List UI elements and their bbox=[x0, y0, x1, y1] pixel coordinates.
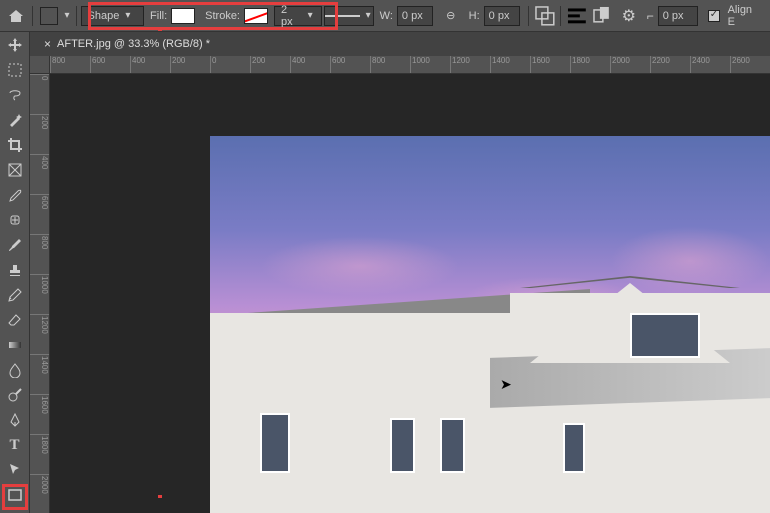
eraser-tool[interactable] bbox=[4, 309, 26, 331]
ruler-tick: 2400 bbox=[690, 56, 730, 73]
rectangle-tool[interactable] bbox=[4, 484, 26, 506]
gradient-tool[interactable] bbox=[4, 334, 26, 356]
mode-select[interactable]: Shape▾ bbox=[81, 6, 145, 26]
separator bbox=[560, 6, 561, 26]
ruler-tick: 400 bbox=[130, 56, 170, 73]
ruler-tick: 2200 bbox=[650, 56, 690, 73]
ruler-tick: 800 bbox=[30, 234, 49, 274]
ruler-tick: 600 bbox=[330, 56, 370, 73]
ruler-tick: 1800 bbox=[30, 434, 49, 474]
align-edges-label: Align E bbox=[728, 4, 762, 28]
stroke-width-value: 2 px bbox=[281, 4, 302, 28]
gear-icon[interactable]: ⚙ bbox=[617, 4, 641, 28]
align-icon[interactable] bbox=[565, 4, 589, 28]
brush-tool[interactable] bbox=[4, 234, 26, 256]
ruler-tick: 1600 bbox=[30, 394, 49, 434]
ruler-tick: 2000 bbox=[30, 474, 49, 513]
ruler-tick: 600 bbox=[90, 56, 130, 73]
ruler-tick: 400 bbox=[290, 56, 330, 73]
canvas-image: ➤ bbox=[210, 136, 770, 513]
height-label: H: bbox=[469, 10, 480, 22]
ruler-tick: 2000 bbox=[610, 56, 650, 73]
dodge-tool[interactable] bbox=[4, 384, 26, 406]
document-tab[interactable]: × AFTER.jpg @ 33.3% (RGB/8) * bbox=[36, 32, 218, 56]
mode-label: Shape bbox=[88, 10, 120, 22]
lasso-tool[interactable] bbox=[4, 84, 26, 106]
pen-tool[interactable] bbox=[4, 409, 26, 431]
separator bbox=[32, 6, 33, 26]
ruler-tick: 200 bbox=[250, 56, 290, 73]
ruler-tick: 200 bbox=[170, 56, 210, 73]
ruler-corner bbox=[30, 56, 50, 74]
tool-preset-dropdown[interactable]: ▾ bbox=[63, 10, 72, 21]
ruler-tick: 1000 bbox=[30, 274, 49, 314]
width-input[interactable]: 0 px bbox=[397, 6, 433, 26]
ruler-tick: 1200 bbox=[450, 56, 490, 73]
ruler-tick: 1400 bbox=[30, 354, 49, 394]
ruler-tick: 1400 bbox=[490, 56, 530, 73]
crop-tool[interactable] bbox=[4, 134, 26, 156]
stroke-width-input[interactable]: 2 px▾ bbox=[274, 6, 322, 26]
ruler-tick: 1200 bbox=[30, 314, 49, 354]
height-input[interactable]: 0 px bbox=[484, 6, 520, 26]
blur-tool[interactable] bbox=[4, 359, 26, 381]
frame-tool[interactable] bbox=[4, 159, 26, 181]
ruler-tick: 0 bbox=[210, 56, 250, 73]
ruler-tick: 600 bbox=[30, 194, 49, 234]
wand-tool[interactable] bbox=[4, 109, 26, 131]
align-edges-checkbox[interactable] bbox=[708, 10, 720, 22]
ruler-tick: 800 bbox=[370, 56, 410, 73]
ruler-tick: 0 bbox=[30, 74, 49, 114]
stroke-style-select[interactable]: ▾ bbox=[324, 6, 374, 26]
ruler-tick: 1000 bbox=[410, 56, 450, 73]
separator bbox=[76, 6, 77, 26]
separator bbox=[528, 6, 529, 26]
heal-tool[interactable] bbox=[4, 209, 26, 231]
corner-icon: ⌐ bbox=[647, 9, 654, 23]
stroke-swatch[interactable] bbox=[244, 8, 268, 24]
link-wh-button[interactable]: ⊖ bbox=[439, 4, 463, 28]
type-tool[interactable]: T bbox=[4, 434, 26, 456]
stamp-tool[interactable] bbox=[4, 259, 26, 281]
cursor-icon: ➤ bbox=[500, 376, 512, 393]
path-select-tool[interactable] bbox=[4, 459, 26, 481]
tab-title: AFTER.jpg @ 33.3% (RGB/8) * bbox=[57, 38, 210, 50]
ruler-tick: 800 bbox=[50, 56, 90, 73]
history-brush-tool[interactable] bbox=[4, 284, 26, 306]
move-tool[interactable] bbox=[4, 34, 26, 56]
ruler-tick: 1600 bbox=[530, 56, 570, 73]
ruler-vertical[interactable]: 0200400600800100012001400160018002000 bbox=[30, 74, 50, 513]
stroke-label: Stroke: bbox=[205, 10, 240, 22]
ruler-tick: 200 bbox=[30, 114, 49, 154]
close-tab-icon[interactable]: × bbox=[44, 37, 51, 51]
tool-preset-swatch[interactable] bbox=[37, 4, 61, 28]
path-combine-icon[interactable] bbox=[533, 4, 557, 28]
eyedropper-tool[interactable] bbox=[4, 184, 26, 206]
ruler-tick: 400 bbox=[30, 154, 49, 194]
width-label: W: bbox=[380, 10, 393, 22]
arrange-icon[interactable] bbox=[591, 4, 615, 28]
home-button[interactable] bbox=[4, 4, 28, 28]
ruler-tick: 2600 bbox=[730, 56, 770, 73]
ruler-horizontal[interactable]: 8006004002000200400600800100012001400160… bbox=[50, 56, 770, 74]
fill-swatch[interactable] bbox=[171, 8, 195, 24]
radius-input[interactable]: 0 px bbox=[658, 6, 698, 26]
marquee-tool[interactable] bbox=[4, 59, 26, 81]
ruler-tick: 1800 bbox=[570, 56, 610, 73]
fill-label: Fill: bbox=[150, 10, 167, 22]
canvas-area[interactable]: 8006004002000200400600800100012001400160… bbox=[30, 56, 770, 513]
